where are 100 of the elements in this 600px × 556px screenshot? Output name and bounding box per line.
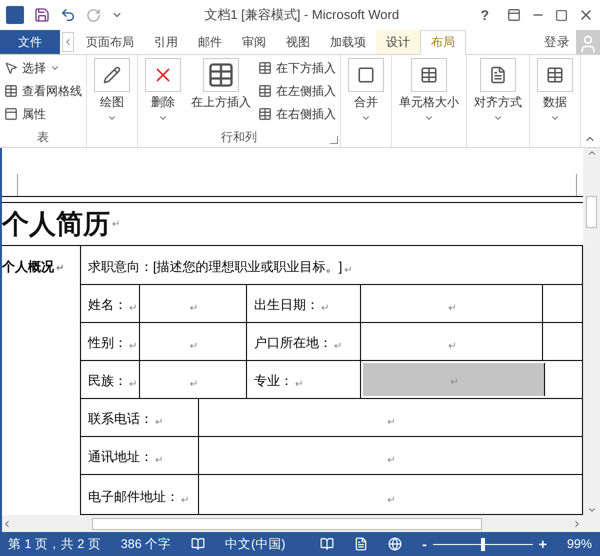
ribbon-tab[interactable]: 视图 xyxy=(276,30,320,54)
zoom-in-button[interactable]: + xyxy=(538,536,547,552)
paragraph-mark: ↵ xyxy=(190,303,198,314)
ribbon-tab[interactable]: 加载项 xyxy=(320,30,376,54)
field-label: 通讯地址： xyxy=(88,448,153,466)
grid-icon xyxy=(4,84,18,98)
ribbon-tab[interactable]: 邮件 xyxy=(188,30,232,54)
word-count[interactable]: 386 个字 xyxy=(120,536,172,552)
group-label: 表 xyxy=(37,129,49,145)
ribbon-tab[interactable]: 审阅 xyxy=(232,30,276,54)
paragraph-mark: ↵ xyxy=(387,495,396,506)
table-icon xyxy=(546,66,564,84)
paragraph-mark: ↵ xyxy=(387,455,396,466)
pointer-icon xyxy=(4,61,18,75)
ribbon-button[interactable]: 在下方插入 xyxy=(258,58,336,78)
field-label: 姓名： xyxy=(88,296,127,314)
undo-icon[interactable] xyxy=(60,7,76,23)
scrollbar-thumb[interactable] xyxy=(586,196,597,228)
paragraph-mark: ↵ xyxy=(155,417,164,428)
ribbon-button[interactable]: 在上方插入 xyxy=(188,58,254,127)
table-icon xyxy=(207,61,235,89)
scroll-left-icon[interactable] xyxy=(62,32,74,52)
ribbon-button[interactable]: 绘图 xyxy=(91,58,133,127)
ribbon-button[interactable]: 对齐方式 xyxy=(471,58,525,127)
paragraph-mark: ↵ xyxy=(448,303,457,314)
table-cell[interactable]: 户口所在地：↵ xyxy=(247,323,361,360)
field-label: 出生日期： xyxy=(254,296,319,314)
ribbon-tab[interactable]: 布局 xyxy=(420,30,466,55)
group-label: 行和列 xyxy=(221,129,257,145)
pencil-icon xyxy=(103,66,121,84)
paragraph-mark: ↵ xyxy=(190,379,198,390)
paragraph-mark: ↵ xyxy=(112,218,120,230)
ribbon-button[interactable]: 在左侧插入 xyxy=(258,81,336,101)
table-cell[interactable]: 姓名：↵ xyxy=(81,285,140,322)
paragraph-mark: ↵ xyxy=(56,263,64,274)
field-label: 民族： xyxy=(88,372,127,390)
ribbon-tab[interactable]: 引用 xyxy=(144,30,188,54)
scrollbar-thumb[interactable] xyxy=(92,518,482,530)
section-heading: 个人概况 xyxy=(2,259,54,274)
window-icon xyxy=(4,107,18,121)
table-icon xyxy=(258,107,272,121)
zoom-slider-thumb[interactable] xyxy=(480,538,485,550)
ribbon-button[interactable]: 属性 xyxy=(4,104,82,124)
square-icon xyxy=(357,66,375,84)
table-cell[interactable]: 出生日期：↵ xyxy=(247,285,361,322)
ribbon-button[interactable]: 单元格大小 xyxy=(396,58,462,127)
paragraph-mark: ↵ xyxy=(334,341,342,352)
table-icon xyxy=(420,66,438,84)
table-icon xyxy=(258,61,272,75)
print-layout-icon[interactable] xyxy=(354,537,368,551)
table-cell[interactable]: 专业：↵ xyxy=(247,361,361,398)
paragraph-mark: ↵ xyxy=(344,265,353,276)
ribbon-button[interactable]: 删除 xyxy=(142,58,184,127)
paragraph-mark: ↵ xyxy=(181,495,190,506)
paragraph-mark: ↵ xyxy=(321,303,330,314)
paragraph-mark: ↵ xyxy=(295,379,304,390)
table-cell[interactable]: ↵ xyxy=(140,285,247,322)
zoom-out-button[interactable]: - xyxy=(422,536,427,552)
table-cell[interactable]: 性别：↵ xyxy=(81,323,140,360)
paragraph-mark: ↵ xyxy=(190,341,198,352)
proofing-icon[interactable] xyxy=(191,537,206,551)
ribbon-display-icon[interactable] xyxy=(507,8,521,22)
window-title: 文档1 [兼容模式] - Microsoft Word xyxy=(203,6,400,24)
field-label: 联系电话： xyxy=(88,410,153,428)
objective-text: 求职意向：[描述您的理想职业或职业目标。] xyxy=(88,258,342,276)
paragraph-mark: ↵ xyxy=(129,341,138,352)
table-cell[interactable]: ↵ xyxy=(140,361,247,398)
field-label: 电子邮件地址： xyxy=(88,488,179,506)
ribbon-tab[interactable]: 页面布局 xyxy=(76,30,144,54)
table-icon xyxy=(258,84,272,98)
field-label: 户口所在地： xyxy=(254,334,332,352)
table-cell[interactable]: ↵ xyxy=(140,323,247,360)
ribbon-tab[interactable]: 文件 xyxy=(0,30,60,54)
field-label: 性别： xyxy=(88,334,127,352)
document-icon xyxy=(489,66,507,84)
table-cell[interactable]: ↵ xyxy=(361,285,543,322)
page-count[interactable]: 第 1 页，共 2 页 xyxy=(8,536,101,552)
field-label: 专业： xyxy=(254,372,293,390)
table-cell[interactable]: ↵ xyxy=(361,323,543,360)
ribbon-button[interactable]: 查看网格线 xyxy=(4,81,82,101)
table-cell[interactable]: 民族：↵ xyxy=(81,361,140,398)
zoom-level[interactable]: 99% xyxy=(566,537,592,551)
read-mode-icon[interactable] xyxy=(320,537,334,551)
paragraph-mark: ↵ xyxy=(387,417,396,428)
web-layout-icon[interactable] xyxy=(388,537,402,551)
paragraph-mark: ↵ xyxy=(155,455,164,466)
ribbon-button[interactable]: 数据 xyxy=(534,58,576,127)
save-icon[interactable] xyxy=(34,7,50,23)
sign-in-link[interactable]: 登录 xyxy=(538,30,576,54)
maximize-icon[interactable] xyxy=(555,8,568,22)
ribbon-tab[interactable]: 设计 xyxy=(376,30,420,54)
paragraph-mark: ↵ xyxy=(129,303,138,314)
paragraph-mark: ↵ xyxy=(448,341,457,352)
ribbon-button[interactable]: 选择 xyxy=(4,58,82,78)
paragraph-mark: ↵ xyxy=(129,379,138,390)
help-button[interactable]: ? xyxy=(480,7,489,23)
ribbon-button[interactable]: 在右侧插入 xyxy=(258,104,336,124)
dialog-launcher-icon[interactable] xyxy=(330,136,338,144)
ribbon-button[interactable]: 合并 xyxy=(345,58,387,127)
language-indicator[interactable]: 中文(中国) xyxy=(225,536,286,552)
